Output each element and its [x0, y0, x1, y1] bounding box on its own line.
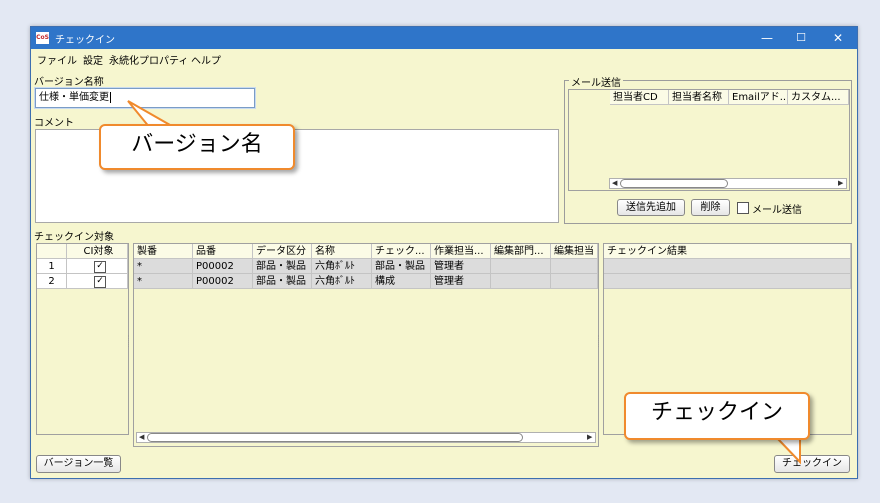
- mail-col-staff-cd[interactable]: 担当者CD: [610, 90, 669, 105]
- col-edit-dept[interactable]: 編集部門...: [491, 244, 551, 259]
- scroll-right-icon[interactable]: ▶: [587, 433, 592, 442]
- menu-persistence-properties[interactable]: 永続化プロパティ: [109, 52, 188, 67]
- mail-send-checkbox[interactable]: [737, 202, 749, 214]
- cell-hinban: P00002: [193, 259, 253, 274]
- main-scroll-thumb[interactable]: [147, 433, 523, 442]
- add-recipient-button[interactable]: 送信先追加: [617, 199, 685, 216]
- version-name-input[interactable]: 仕様・単価変更: [35, 88, 255, 108]
- minimize-button[interactable]: —: [749, 27, 785, 49]
- cell-work-staff: 管理者: [431, 274, 491, 289]
- mail-scroll-thumb[interactable]: [620, 179, 728, 188]
- comment-label: コメント: [34, 118, 74, 129]
- checkin-target-label: チェックイン対象: [34, 232, 114, 243]
- col-name[interactable]: 名称: [312, 244, 372, 259]
- cell-name: 六角ﾎﾞﾙﾄ: [312, 274, 372, 289]
- scroll-right-icon[interactable]: ▶: [838, 179, 843, 188]
- cell-seiban: *: [134, 259, 193, 274]
- mail-col-custom[interactable]: カスタム...: [788, 90, 849, 105]
- cell-hinban: P00002: [193, 274, 253, 289]
- cell-edit-dept: [491, 274, 551, 289]
- version-name-label: バージョン名称: [34, 77, 104, 88]
- scroll-left-icon[interactable]: ◀: [612, 179, 617, 188]
- cell-check: 部品・製品: [372, 259, 431, 274]
- version-list-button[interactable]: バージョン一覧: [36, 455, 121, 473]
- window-title: チェックイン: [55, 35, 115, 46]
- cell-name: 六角ﾎﾞﾙﾄ: [312, 259, 372, 274]
- col-check[interactable]: チェック...: [372, 244, 431, 259]
- checkin-main-table: 製番 品番 データ区分 名称 チェック... 作業担当... 編集部門... 編…: [133, 243, 599, 447]
- result-cell: [604, 274, 851, 289]
- result-cell: [604, 259, 851, 274]
- mail-legend: メール送信: [569, 74, 623, 89]
- row-number: 1: [37, 259, 67, 274]
- delete-recipient-button[interactable]: 削除: [691, 199, 730, 216]
- cell-seiban: *: [134, 274, 193, 289]
- cell-check: 構成: [372, 274, 431, 289]
- ci-target-checkbox[interactable]: ✓: [94, 276, 106, 288]
- col-work-staff[interactable]: 作業担当...: [431, 244, 491, 259]
- mail-group: メール送信 担当者CD 担当者名称 Emailアド... カスタム... ◀ ▶…: [564, 74, 852, 224]
- col-checkin-result[interactable]: チェックイン結果: [604, 244, 851, 259]
- col-edit-staff[interactable]: 編集担当: [551, 244, 598, 259]
- checkin-button[interactable]: チェックイン: [774, 455, 850, 473]
- cell-edit-staff: [551, 274, 598, 289]
- menu-help[interactable]: ヘルプ: [191, 52, 221, 67]
- mail-table: 担当者CD 担当者名称 Emailアド... カスタム... ◀ ▶: [568, 89, 850, 191]
- cell-data-kubun: 部品・製品: [253, 259, 312, 274]
- callout-version-name: バージョン名: [99, 124, 295, 170]
- mail-col-staff-name[interactable]: 担当者名称: [669, 90, 729, 105]
- checkin-left-table: CI対象 1 ✓ 2 ✓: [36, 243, 129, 435]
- cell-work-staff: 管理者: [431, 259, 491, 274]
- menu-settings[interactable]: 設定: [83, 52, 103, 67]
- col-data-kubun[interactable]: データ区分: [253, 244, 312, 259]
- close-button[interactable]: ✕: [820, 27, 856, 49]
- menu-bar: ファイル 設定 永続化プロパティ ヘルプ: [31, 49, 857, 67]
- scroll-left-icon[interactable]: ◀: [139, 433, 144, 442]
- ci-target-cell: ✓: [67, 274, 128, 289]
- left-col-num-header: [37, 244, 67, 259]
- col-seiban[interactable]: 製番: [134, 244, 193, 259]
- cell-edit-staff: [551, 259, 598, 274]
- mail-col-email[interactable]: Emailアド...: [729, 90, 788, 105]
- mail-hscrollbar[interactable]: ◀ ▶: [609, 178, 847, 189]
- left-col-ci-target[interactable]: CI対象: [67, 244, 128, 259]
- callout-checkin: チェックイン: [624, 392, 810, 440]
- app-icon: CoS: [36, 32, 49, 44]
- mail-send-label: メール送信: [752, 205, 802, 216]
- title-bar: CoS チェックイン — ☐ ✕: [31, 27, 857, 49]
- cell-data-kubun: 部品・製品: [253, 274, 312, 289]
- main-hscrollbar[interactable]: ◀ ▶: [136, 432, 596, 443]
- ci-target-cell: ✓: [67, 259, 128, 274]
- cell-edit-dept: [491, 259, 551, 274]
- maximize-button[interactable]: ☐: [783, 27, 819, 49]
- row-number: 2: [37, 274, 67, 289]
- version-name-value: 仕様・単価変更: [39, 92, 109, 103]
- ci-target-checkbox[interactable]: ✓: [94, 261, 106, 273]
- menu-file[interactable]: ファイル: [37, 52, 77, 67]
- col-hinban[interactable]: 品番: [193, 244, 253, 259]
